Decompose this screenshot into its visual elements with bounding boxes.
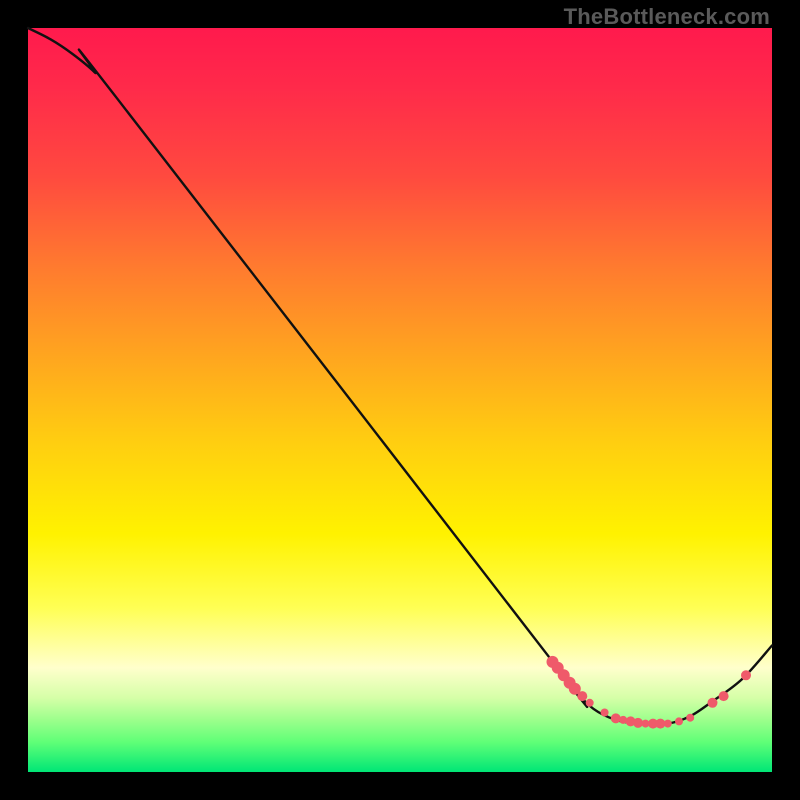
chart-svg: [28, 28, 772, 772]
data-marker: [708, 698, 718, 708]
bottleneck-curve: [28, 28, 772, 724]
watermark-label: TheBottleneck.com: [564, 4, 770, 30]
data-marker: [601, 709, 609, 717]
plot-area: [28, 28, 772, 772]
data-marker: [719, 691, 729, 701]
data-marker: [741, 670, 751, 680]
markers-group: [547, 656, 752, 729]
data-marker: [611, 713, 621, 723]
data-marker: [675, 717, 683, 725]
data-marker: [686, 714, 694, 722]
chart-frame: TheBottleneck.com: [0, 0, 800, 800]
data-marker: [586, 699, 594, 707]
data-marker: [664, 720, 672, 728]
data-marker: [577, 691, 587, 701]
